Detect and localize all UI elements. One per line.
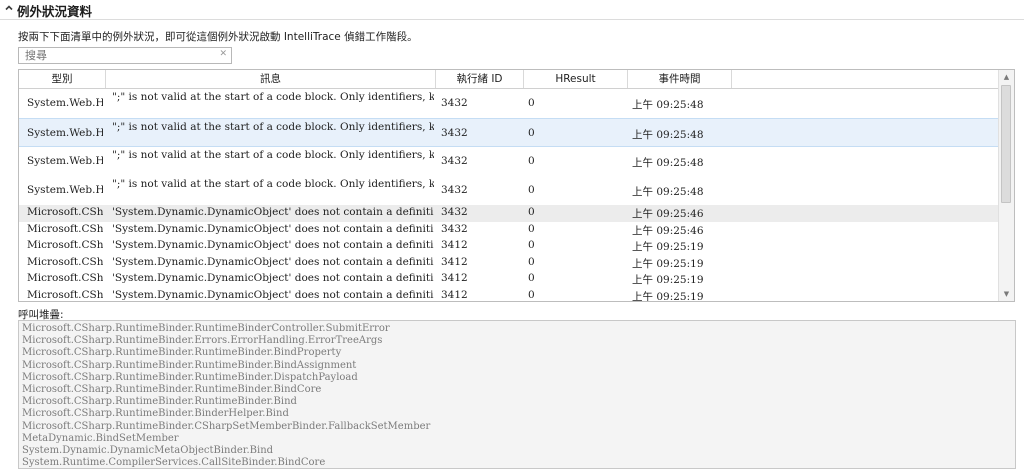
cell-hresult: 0 [528,127,535,139]
cell-time: 上午 09:25:48 [632,99,704,111]
cell-time: 上午 09:25:19 [632,241,704,253]
scroll-thumb[interactable] [1001,85,1011,203]
cell-message: ";" is not valid at the start of a code … [112,91,434,103]
cell-type: Microsoft.CSharp. [27,272,103,284]
stack-frame: Microsoft.CSharp.RuntimeBinder.RuntimeBi… [22,323,390,334]
table-row[interactable]: Microsoft.CSharp. 'System.Dynamic.Dynamic… [19,205,999,222]
cell-thread: 3432 [441,97,468,109]
call-stack-box[interactable]: Microsoft.CSharp.RuntimeBinder.RuntimeBi… [18,320,1016,469]
cell-type: Microsoft.CSharp. [27,222,103,235]
cell-time: 上午 09:25:19 [632,274,704,286]
cell-type: Microsoft.CSharp. [27,255,103,268]
stack-frame: MetaDynamic.BindSetMember [22,432,179,444]
cell-type: System.Web.HttpP [27,155,103,167]
cell-hresult: 0 [528,155,535,167]
stack-frame: Microsoft.CSharp.RuntimeBinder.CSharpSet… [22,420,431,432]
cell-hresult: 0 [528,184,535,196]
table-row[interactable]: System.Web.HttpP ";" is not valid at the … [19,176,999,205]
column-header-event-time[interactable]: 事件時間 [628,70,732,88]
stack-frame: Microsoft.CSharp.RuntimeBinder.RuntimeBi… [22,359,357,371]
stack-frame: Microsoft.CSharp.RuntimeBinder.RuntimeBi… [22,396,297,408]
grid-header: 型別 訊息 執行緒 ID HResult 事件時間 [19,70,999,89]
cell-thread: 3412 [441,239,468,251]
column-header-thread-id[interactable]: 執行緒 ID [436,70,524,88]
stack-frame: System.Dynamic.DynamicMetaObjectBinder.B… [22,445,274,456]
cell-message: 'System.Dynamic.DynamicObject' does not … [112,288,434,301]
cell-thread: 3432 [441,222,468,235]
cell-hresult: 0 [528,255,535,268]
cell-thread: 3412 [441,272,468,284]
search-input[interactable] [25,48,215,63]
cell-message: 'System.Dynamic.DynamicObject' does not … [112,206,434,218]
section-title: 例外狀況資料 [17,4,93,19]
cell-time: 上午 09:25:19 [632,257,704,270]
instruction-text: 按兩下下面清單中的例外狀況，即可從這個例外狀況啟動 IntelliTrace 偵… [18,31,418,43]
cell-thread: 3412 [441,288,468,301]
table-row[interactable]: System.Web.HttpP ";" is not valid at the … [19,89,999,118]
table-row[interactable]: Microsoft.CSharp. 'System.Dynamic.Dynamic… [19,288,999,302]
cell-message: ";" is not valid at the start of a code … [112,178,434,190]
cell-message: 'System.Dynamic.DynamicObject' does not … [112,222,434,235]
cell-message: ";" is not valid at the start of a code … [112,121,434,133]
cell-thread: 3432 [441,206,468,218]
scroll-up-icon[interactable]: ▲ [999,70,1014,84]
cell-type: System.Web.HttpP [27,127,103,139]
cell-message: 'System.Dynamic.DynamicObject' does not … [112,272,434,284]
table-row[interactable]: Microsoft.CSharp. 'System.Dynamic.Dynamic… [19,271,999,288]
cell-thread: 3432 [441,155,468,167]
stack-frame: Microsoft.CSharp.RuntimeBinder.RuntimeBi… [22,384,322,395]
cell-time: 上午 09:25:48 [632,157,704,169]
table-row[interactable]: Microsoft.CSharp. 'System.Dynamic.Dynamic… [19,222,999,239]
cell-hresult: 0 [528,206,535,218]
vertical-scrollbar[interactable]: ▲ ▼ [998,70,1014,301]
stack-frame: Microsoft.CSharp.RuntimeBinder.RuntimeBi… [22,371,358,383]
cell-type: Microsoft.CSharp. [27,206,103,218]
table-row[interactable]: Microsoft.CSharp. 'System.Dynamic.Dynamic… [19,238,999,255]
table-row[interactable]: Microsoft.CSharp. 'System.Dynamic.Dynamic… [19,255,999,272]
header-divider [0,19,1024,20]
search-box[interactable]: ✕ [18,47,232,64]
cell-time: 上午 09:25:19 [632,290,704,302]
exception-data-header[interactable]: 例外狀況資料 [0,0,1024,20]
column-header-message[interactable]: 訊息 [106,70,436,88]
column-header-type[interactable]: 型別 [19,70,106,88]
chevron-up-icon[interactable] [4,3,14,13]
cell-message: 'System.Dynamic.DynamicObject' does not … [112,239,434,251]
cell-type: System.Web.HttpP [27,184,103,196]
stack-frame: Microsoft.CSharp.RuntimeBinder.Errors.Er… [22,335,383,347]
cell-time: 上午 09:25:48 [632,186,704,198]
cell-time: 上午 09:25:48 [632,129,704,141]
cell-thread: 3412 [441,255,468,268]
scroll-down-icon[interactable]: ▼ [999,287,1014,301]
cell-message: 'System.Dynamic.DynamicObject' does not … [112,255,434,268]
cell-message: ";" is not valid at the start of a code … [112,149,434,161]
cell-hresult: 0 [528,272,535,284]
cell-thread: 3432 [441,184,468,196]
column-header-hresult[interactable]: HResult [524,70,628,88]
stack-frame: Microsoft.CSharp.RuntimeBinder.RuntimeBi… [22,347,342,359]
stack-frame: System.Runtime.CompilerServices.CallSite… [22,457,326,469]
cell-time: 上午 09:25:46 [632,208,704,220]
cell-type: Microsoft.CSharp. [27,288,103,301]
cell-hresult: 0 [528,288,535,301]
table-row[interactable]: System.Web.HttpP ";" is not valid at the … [19,118,999,147]
cell-thread: 3432 [441,127,468,139]
cell-hresult: 0 [528,222,535,235]
close-icon[interactable]: ✕ [219,49,227,59]
cell-hresult: 0 [528,97,535,109]
cell-time: 上午 09:25:46 [632,224,704,237]
cell-type: Microsoft.CSharp. [27,239,103,251]
exception-grid[interactable]: 型別 訊息 執行緒 ID HResult 事件時間 System.Web.Htt… [18,69,1015,302]
table-row[interactable]: System.Web.HttpP ";" is not valid at the … [19,147,999,176]
cell-hresult: 0 [528,239,535,251]
cell-type: System.Web.HttpP [27,97,103,109]
stack-frame: Microsoft.CSharp.RuntimeBinder.BinderHel… [22,408,289,420]
